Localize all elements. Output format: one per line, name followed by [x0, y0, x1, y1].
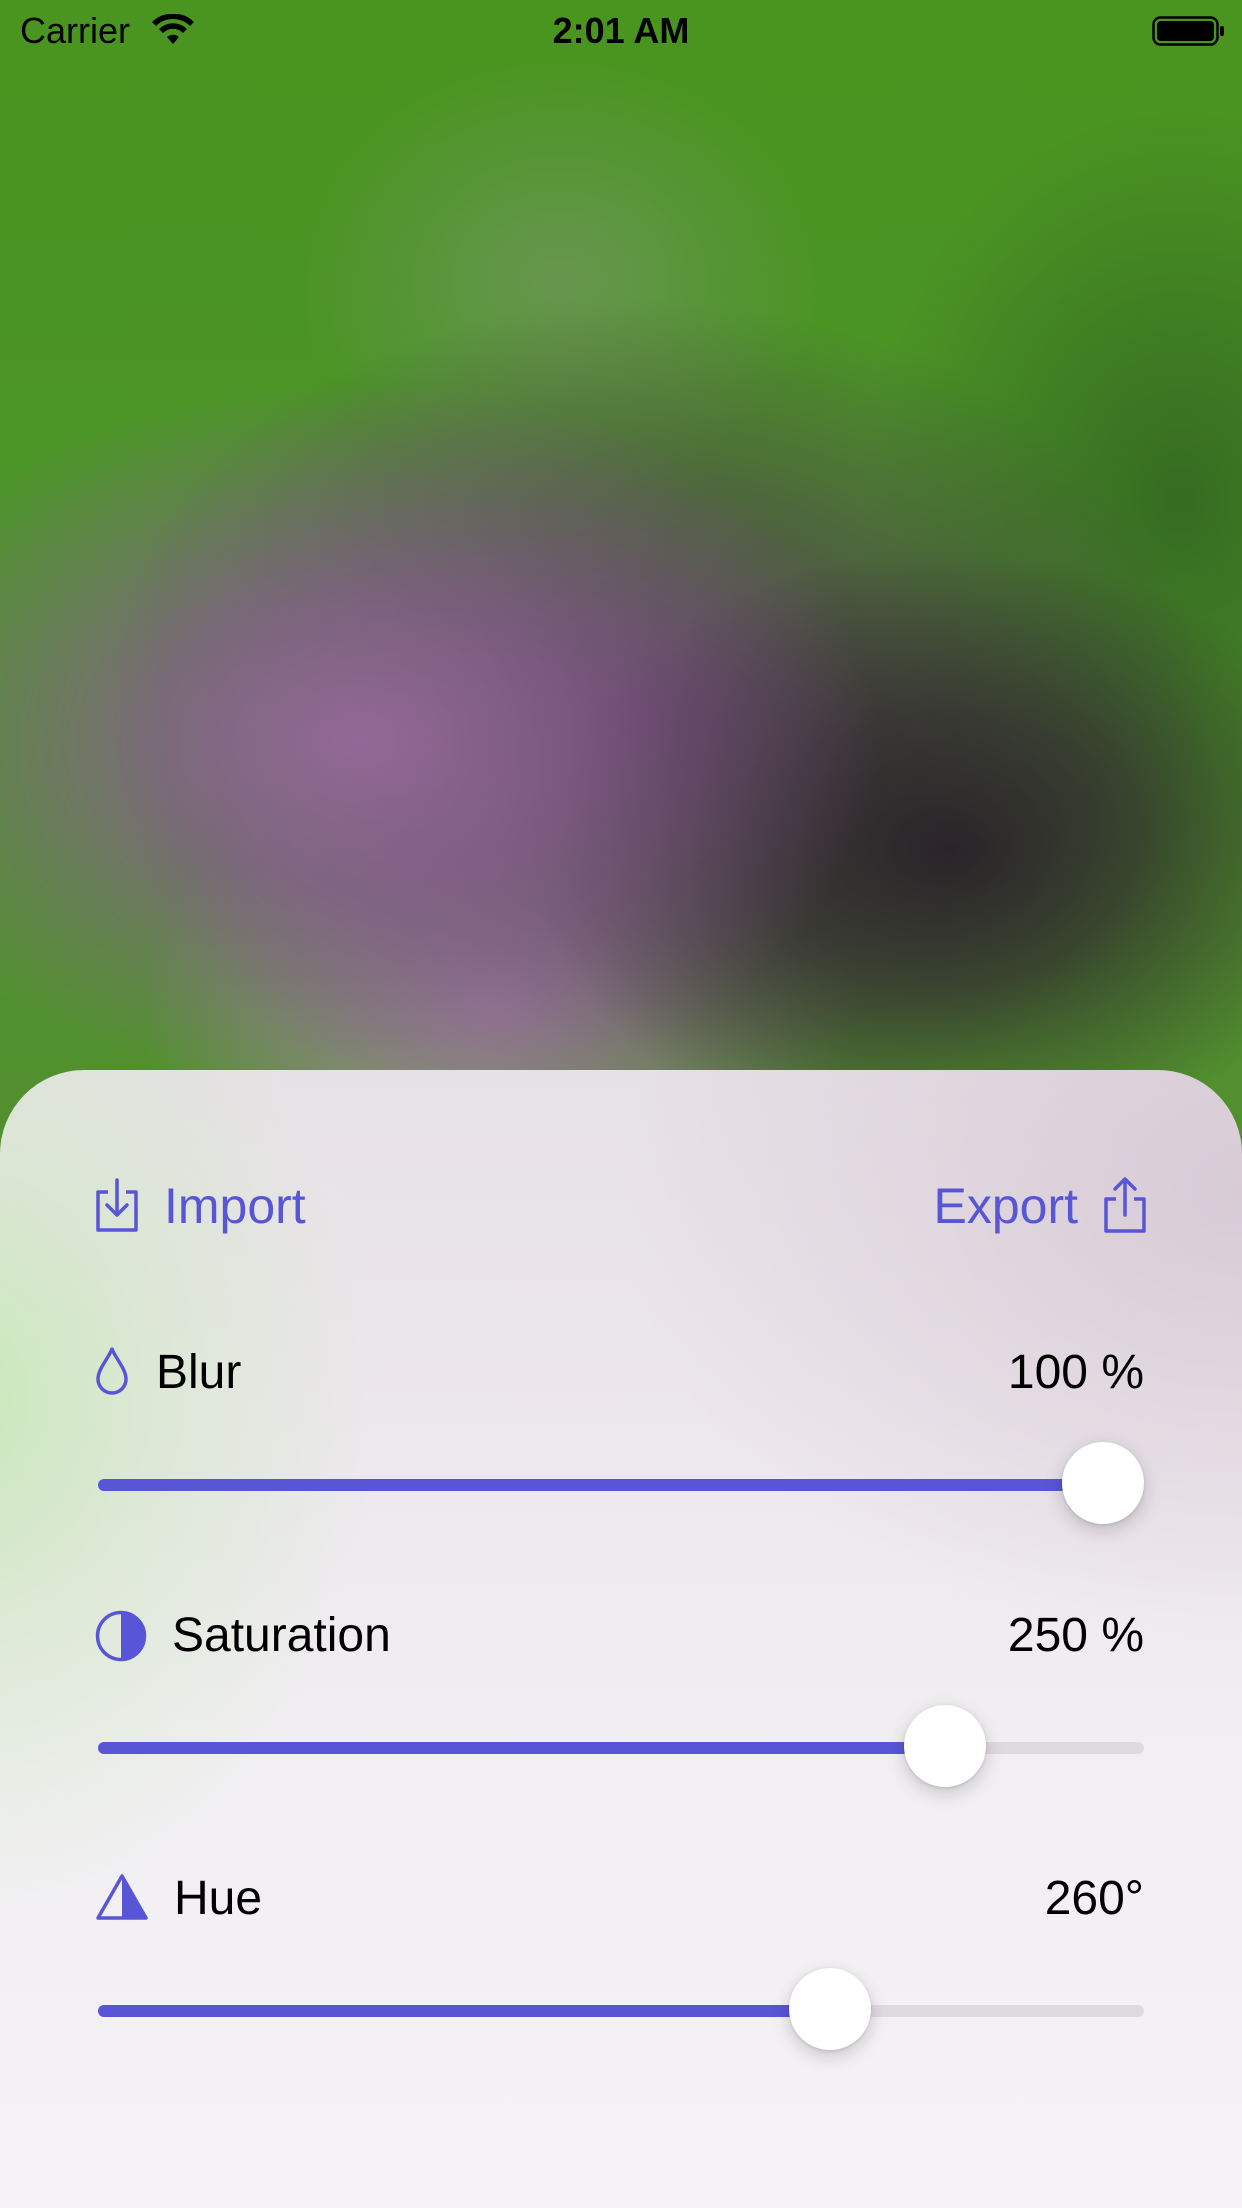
- saturation-slider-track[interactable]: [98, 1742, 1144, 1754]
- saturation-label: Saturation: [172, 1609, 391, 1662]
- saturation-value: 250 %: [1007, 1609, 1144, 1662]
- status-time: 2:01 AM: [552, 10, 690, 51]
- hue-control: Hue 260°: [94, 1864, 1144, 2054]
- battery-full-icon: [1152, 16, 1224, 46]
- square-arrow-up-icon: [1104, 1177, 1146, 1233]
- export-label: Export: [933, 1178, 1078, 1234]
- adjustments-sheet: Import Export Blur 100 % Saturation 250 …: [0, 1070, 1242, 2208]
- blur-header: Blur 100 %: [94, 1338, 1144, 1408]
- saturation-slider-fill: [98, 1742, 945, 1754]
- tray-arrow-down-icon: [96, 1178, 138, 1232]
- blur-slider-fill: [98, 1479, 1144, 1491]
- blur-label: Blur: [156, 1346, 242, 1399]
- blur-slider-track[interactable]: [98, 1479, 1144, 1491]
- hue-slider-track[interactable]: [98, 2005, 1144, 2017]
- saturation-slider-thumb[interactable]: [904, 1705, 986, 1787]
- blur-value: 100 %: [1007, 1346, 1144, 1399]
- hue-header: Hue 260°: [94, 1864, 1144, 1934]
- drop-icon: [96, 1347, 128, 1395]
- hue-value: 260°: [1044, 1872, 1144, 1925]
- half-circle-icon: [95, 1610, 147, 1662]
- saturation-header: Saturation 250 %: [94, 1601, 1144, 1671]
- hue-slider-thumb[interactable]: [789, 1968, 871, 2050]
- import-button[interactable]: Import: [94, 1166, 306, 1246]
- blur-control: Blur 100 %: [94, 1338, 1144, 1528]
- status-bar: Carrier 2:01 AM: [0, 0, 1242, 62]
- triangle-half-icon: [96, 1874, 148, 1920]
- export-button[interactable]: Export: [933, 1166, 1148, 1246]
- hue-slider-fill: [98, 2005, 830, 2017]
- import-label: Import: [164, 1178, 306, 1234]
- blur-slider-thumb[interactable]: [1062, 1442, 1144, 1524]
- hue-label: Hue: [174, 1872, 263, 1925]
- saturation-control: Saturation 250 %: [94, 1601, 1144, 1791]
